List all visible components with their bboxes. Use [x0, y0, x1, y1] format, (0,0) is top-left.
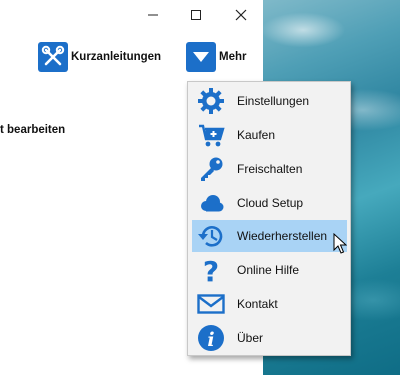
menu-item-label: Wiederherstellen: [237, 229, 328, 243]
question-icon: ?: [196, 255, 226, 285]
mouse-cursor-icon: [333, 233, 347, 254]
menu-item-label: Kaufen: [237, 128, 276, 142]
menu-item-label: Über: [237, 331, 264, 345]
info-icon: i: [196, 323, 226, 353]
menu-item-label: Einstellungen: [237, 94, 310, 108]
menu-item-unlock[interactable]: Freischalten: [192, 153, 347, 185]
menu-item-online-help[interactable]: ? Online Hilfe: [192, 254, 347, 286]
maximize-button[interactable]: [181, 4, 211, 26]
maximize-icon: [191, 10, 201, 20]
restore-icon: [196, 221, 226, 251]
mail-icon: [196, 289, 226, 319]
more-dropdown-menu: Einstellungen Kaufen Freischalten Cloud …: [187, 81, 351, 356]
key-icon: [196, 154, 226, 184]
close-icon: [235, 9, 247, 21]
tools-icon: [38, 42, 68, 72]
menu-item-about[interactable]: i Über: [192, 322, 347, 354]
menu-item-contact[interactable]: Kontakt: [192, 288, 347, 320]
svg-text:i: i: [207, 329, 214, 351]
more-button[interactable]: Mehr: [186, 40, 246, 74]
close-button[interactable]: [226, 4, 256, 26]
menu-item-label: Kontakt: [237, 297, 278, 311]
menu-item-label: Cloud Setup: [237, 196, 304, 210]
minimize-button[interactable]: [138, 4, 168, 26]
minimize-icon: [148, 14, 158, 16]
svg-text:?: ?: [203, 256, 219, 284]
gear-icon: [196, 86, 226, 116]
menu-item-buy[interactable]: Kaufen: [192, 119, 347, 151]
cloud-icon: [196, 188, 226, 218]
menu-item-cloud-setup[interactable]: Cloud Setup: [192, 187, 347, 219]
menu-item-label: Online Hilfe: [237, 263, 300, 277]
quick-guides-button[interactable]: Kurzanleitungen: [38, 40, 161, 74]
chevron-down-icon: [186, 42, 216, 72]
menu-item-restore[interactable]: Wiederherstellen: [192, 220, 347, 252]
cart-icon: [196, 120, 226, 150]
menu-item-label: Freischalten: [237, 162, 303, 176]
more-label: Mehr: [219, 51, 247, 63]
edit-text: t bearbeiten: [0, 124, 66, 136]
menu-item-settings[interactable]: Einstellungen: [192, 85, 347, 117]
quick-guides-label: Kurzanleitungen: [71, 51, 162, 63]
